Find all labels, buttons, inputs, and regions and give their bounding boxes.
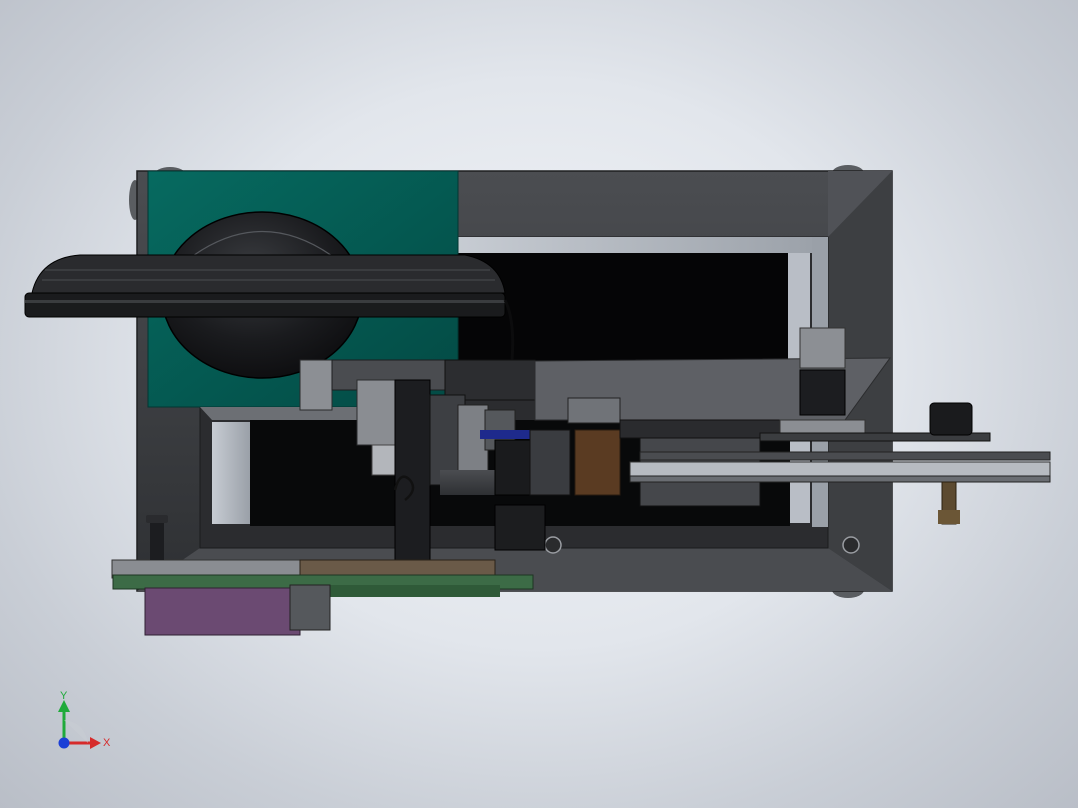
cad-model-view[interactable]: Y X: [0, 0, 1078, 808]
rust-block[interactable]: [574, 429, 621, 496]
conveyor-tray[interactable]: [24, 254, 506, 318]
axis-triad: Y X: [58, 690, 111, 749]
purple-block[interactable]: [144, 587, 301, 636]
motor-cap[interactable]: [929, 402, 973, 436]
cad-viewport[interactable]: Y X: [0, 0, 1078, 808]
y-axis-label: Y: [60, 690, 68, 702]
x-axis-label: X: [103, 737, 111, 749]
z-axis-dot: [58, 737, 70, 749]
